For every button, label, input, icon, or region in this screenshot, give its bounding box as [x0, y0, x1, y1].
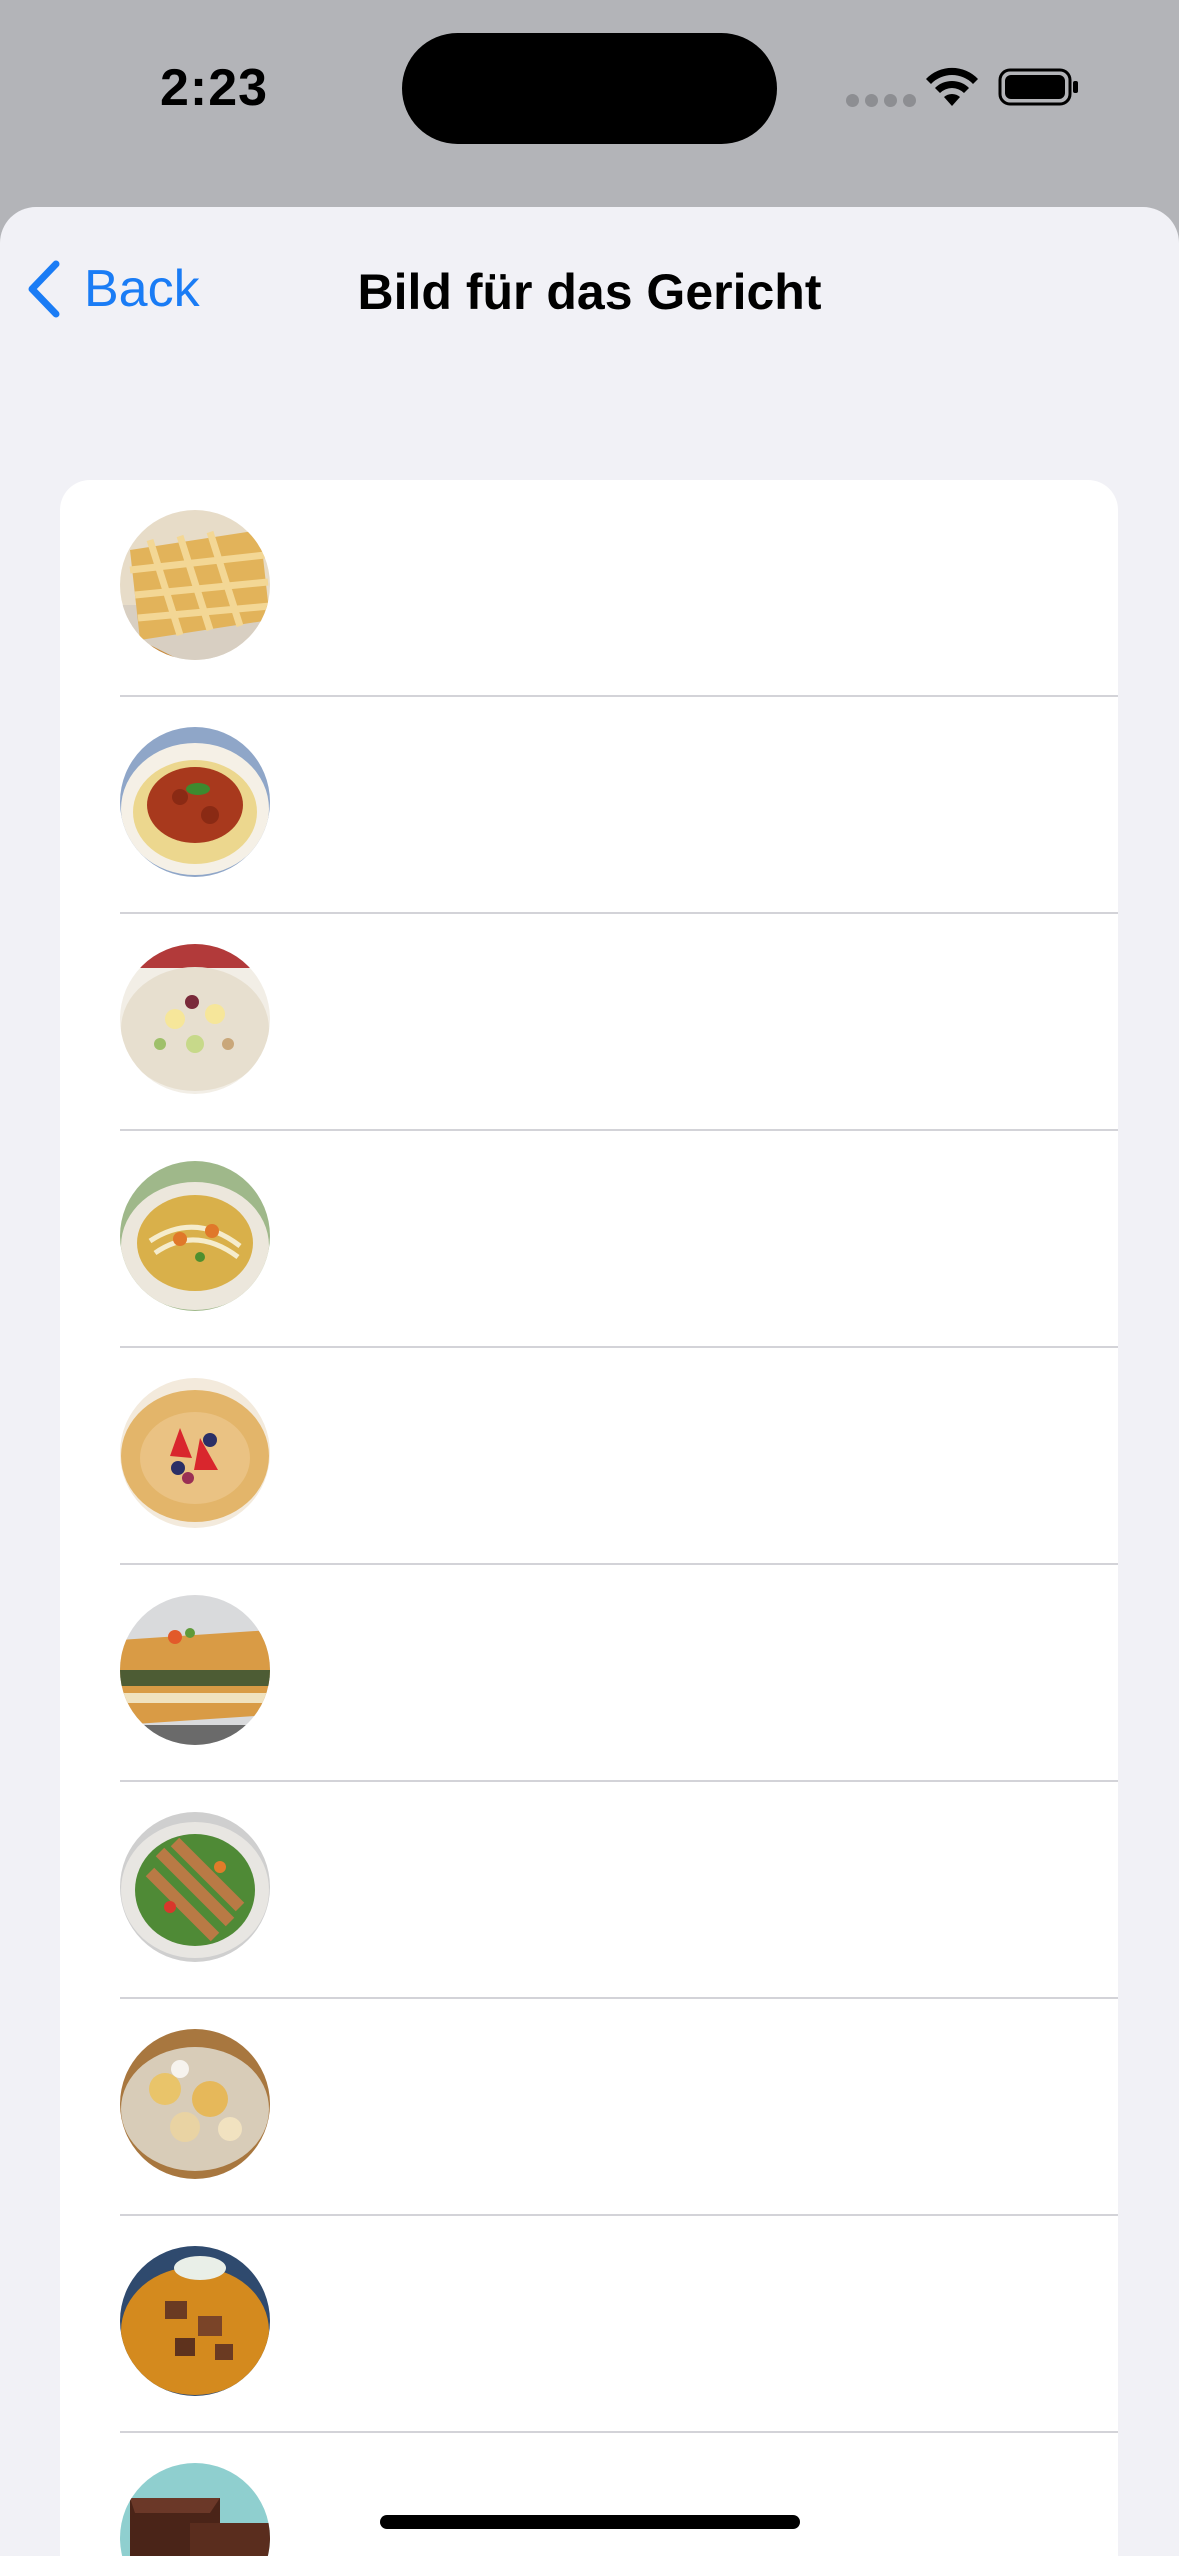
chocolate-brownie-image: [120, 2463, 270, 2556]
page-title: Bild für das Gericht: [357, 264, 822, 320]
list-item[interactable]: [120, 697, 1118, 914]
lasagna-image: [120, 1595, 270, 1745]
home-indicator[interactable]: [380, 2515, 800, 2529]
list-item[interactable]: [120, 2216, 1118, 2433]
lattice-pie-image: [120, 510, 270, 660]
list-item[interactable]: [120, 1999, 1118, 2216]
dynamic-island: [402, 33, 777, 144]
list-item[interactable]: [120, 1348, 1118, 1565]
egg-salad-image: [120, 944, 270, 1094]
berry-crepes-image: [120, 1378, 270, 1528]
cellular-signal-icon: [846, 94, 916, 107]
wifi-icon: [926, 67, 978, 106]
list-item[interactable]: [120, 480, 1118, 697]
battery-icon: [998, 68, 1078, 106]
status-bar: 2:23: [0, 0, 1179, 200]
image-picker-sheet: Back Bild für das Gericht: [0, 207, 1179, 2556]
noodle-soup-image: [120, 1161, 270, 1311]
spaghetti-bolognese-image: [120, 727, 270, 877]
list-item[interactable]: [120, 1565, 1118, 1782]
goulash-image: [120, 2246, 270, 2396]
list-item[interactable]: [120, 2433, 1118, 2556]
navigation-bar: Back Bild für das Gericht: [0, 207, 1179, 377]
status-time: 2:23: [160, 59, 269, 117]
list-item[interactable]: [120, 914, 1118, 1131]
list-item[interactable]: [120, 1131, 1118, 1348]
dish-image-list: [60, 480, 1118, 2556]
list-item[interactable]: [120, 1782, 1118, 1999]
kaiserschmarrn-image: [120, 2029, 270, 2179]
chicken-salad-image: [120, 1812, 270, 1962]
